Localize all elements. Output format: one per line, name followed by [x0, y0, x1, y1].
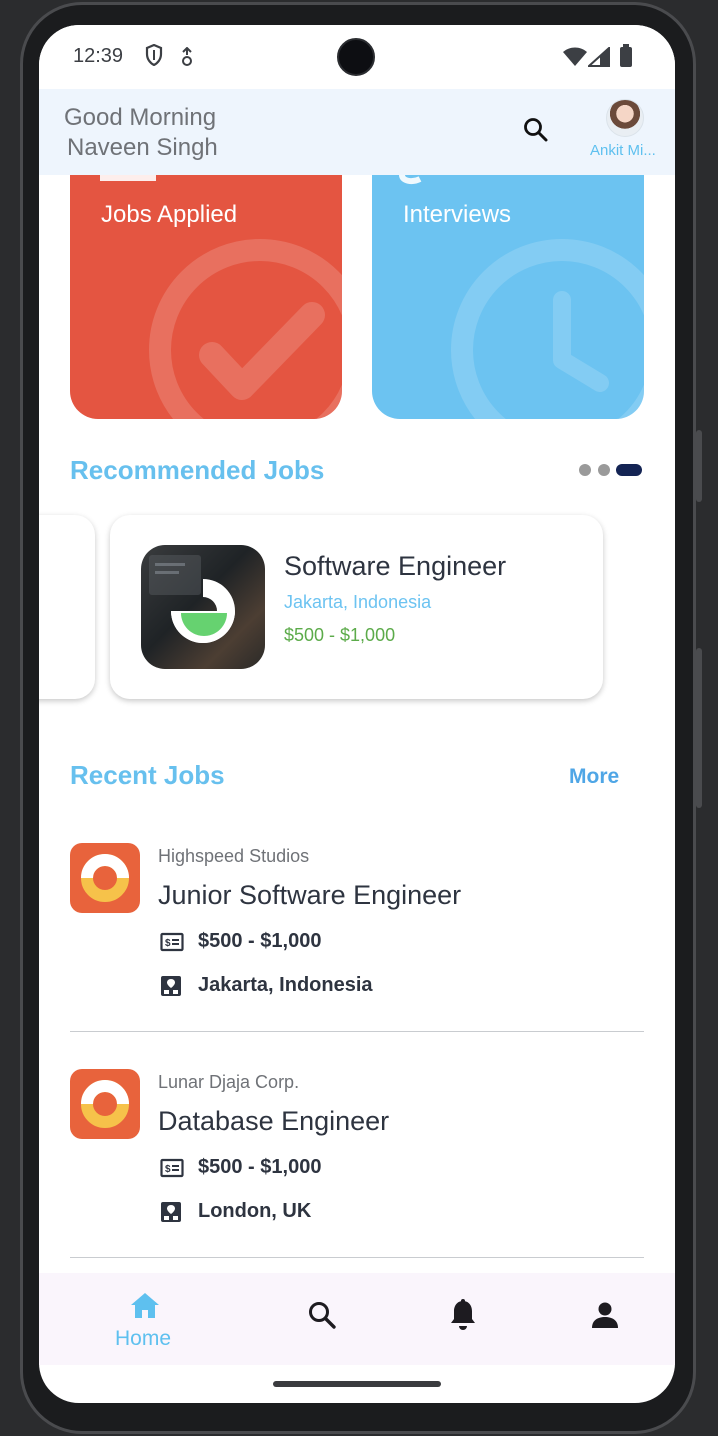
company-name: Highspeed Studios — [158, 846, 310, 866]
profile-name[interactable]: Ankit Mi... — [590, 142, 662, 159]
app-header: Good Morning Naveen Singh Ankit Mi... — [39, 89, 675, 175]
wifi-icon — [563, 47, 587, 72]
job-location: Jakarta, Indonesia — [198, 974, 373, 996]
battery-icon — [619, 44, 633, 73]
data-saver-icon — [180, 46, 194, 72]
company-logo — [70, 1069, 140, 1139]
svg-text:$: $ — [165, 1164, 171, 1175]
job-location: London, UK — [198, 1200, 312, 1222]
home-icon — [129, 1291, 161, 1324]
avatar[interactable] — [606, 99, 644, 137]
shield-icon — [145, 43, 163, 71]
company-name: Lunar Djaja Corp. — [158, 1072, 300, 1092]
power-button — [696, 648, 702, 808]
app-screen: 12:39 Good Morning Naveen Singh Ankit Mi… — [39, 25, 675, 1403]
job-salary: $500 - $1,000 — [198, 930, 322, 952]
jobs-applied-label: Jobs Applied — [101, 201, 238, 228]
front-camera — [337, 38, 375, 76]
interviews-card[interactable]: Interviews — [372, 175, 644, 419]
recent-jobs-title: Recent Jobs — [70, 760, 225, 790]
svg-text:$: $ — [165, 938, 171, 949]
salary-icon: $ — [160, 931, 184, 958]
interviews-label: Interviews — [403, 201, 512, 228]
bottom-navigation: Home — [39, 1273, 675, 1365]
recommended-job-card-previous[interactable] — [39, 515, 95, 699]
nav-notifications[interactable] — [429, 1273, 499, 1365]
recommended-job-card[interactable]: Software Engineer Jakarta, Indonesia $50… — [110, 515, 603, 699]
search-icon — [307, 1300, 337, 1335]
carousel-dot-active[interactable] — [616, 464, 642, 476]
volume-up-button — [696, 430, 702, 502]
job-list-item[interactable]: Highspeed Studios Junior Software Engine… — [70, 843, 644, 1069]
divider — [70, 1031, 644, 1032]
company-logo — [70, 843, 140, 913]
carousel-dot[interactable] — [598, 464, 610, 476]
search-icon[interactable] — [523, 117, 549, 148]
jobs-applied-card[interactable]: Jobs Applied — [70, 175, 342, 419]
job-title: Database Engineer — [158, 1106, 390, 1136]
carousel-dot[interactable] — [579, 464, 591, 476]
salary-icon: $ — [160, 1157, 184, 1184]
recommended-job-location: Jakarta, Indonesia — [284, 592, 432, 612]
job-title: Junior Software Engineer — [158, 880, 462, 910]
divider — [70, 1257, 644, 1258]
status-bar: 12:39 — [39, 25, 675, 89]
location-map-icon — [160, 975, 182, 1002]
recommended-job-salary: $500 - $1,000 — [284, 625, 396, 645]
greeting-text: Good Morning — [64, 104, 217, 131]
user-name: Naveen Singh — [67, 134, 218, 161]
more-link[interactable]: More — [569, 765, 619, 789]
job-thumbnail — [141, 545, 265, 669]
nav-profile[interactable] — [571, 1273, 641, 1365]
nav-home-label: Home — [115, 1327, 172, 1350]
nav-home[interactable]: Home — [99, 1273, 189, 1365]
job-salary: $500 - $1,000 — [198, 1156, 322, 1178]
signal-icon — [586, 45, 610, 72]
location-map-icon — [160, 1201, 182, 1228]
person-icon — [591, 1301, 619, 1334]
bell-icon — [449, 1299, 477, 1336]
home-indicator[interactable] — [273, 1381, 441, 1387]
job-list-item[interactable]: Lunar Djaja Corp. Database Engineer $ $5… — [70, 1069, 644, 1295]
recommended-job-title: Software Engineer — [284, 551, 507, 581]
recommended-jobs-title: Recommended Jobs — [70, 455, 325, 485]
status-time: 12:39 — [73, 45, 124, 67]
nav-search[interactable] — [287, 1273, 357, 1365]
